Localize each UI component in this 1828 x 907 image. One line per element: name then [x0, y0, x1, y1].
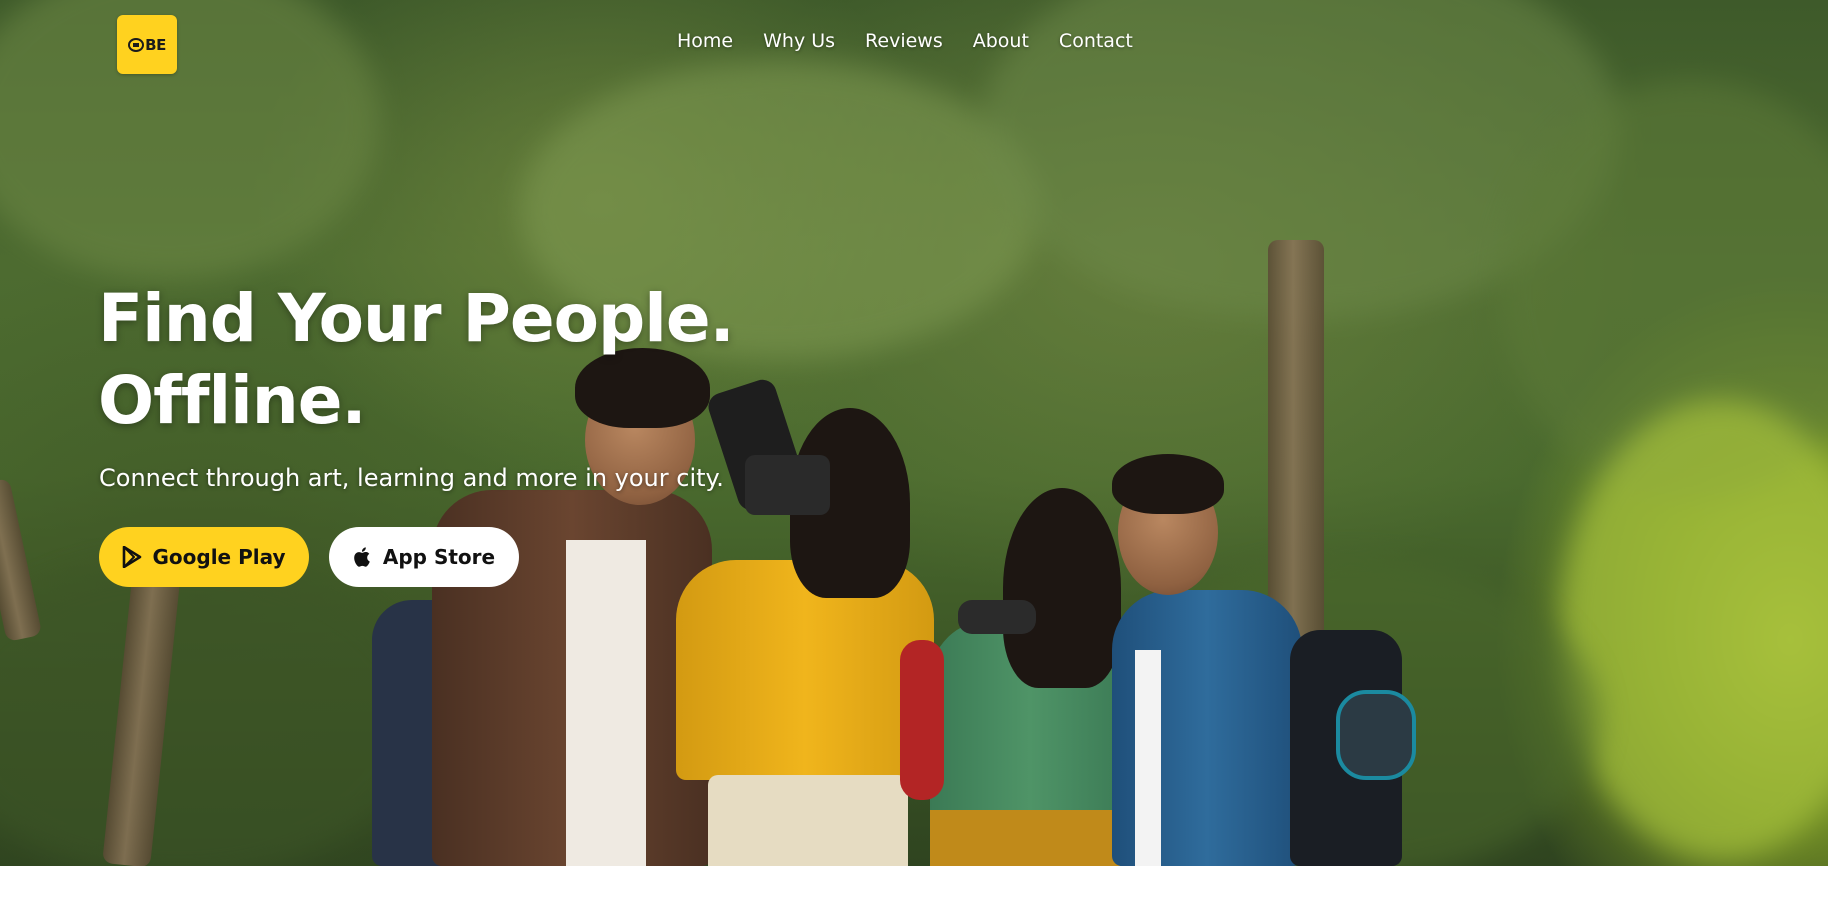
bee-logo-icon: BE	[128, 36, 166, 54]
hero-section: BE Home Why Us Reviews About Contact Fin…	[0, 0, 1828, 866]
nav-home[interactable]: Home	[677, 30, 733, 52]
brand-logo[interactable]: BE	[117, 15, 177, 74]
hero-subheadline: Connect through art, learning and more i…	[99, 464, 724, 492]
app-store-button[interactable]: App Store	[329, 527, 519, 587]
apple-icon	[354, 547, 370, 567]
logo-text: BE	[145, 35, 166, 54]
main-nav: Home Why Us Reviews About Contact	[677, 30, 1133, 52]
nav-why-us[interactable]: Why Us	[763, 30, 835, 52]
page-below-hero	[0, 866, 1828, 907]
app-store-label: App Store	[382, 545, 496, 569]
google-play-button[interactable]: Google Play	[99, 527, 309, 587]
nav-about[interactable]: About	[973, 30, 1029, 52]
google-play-icon	[123, 546, 142, 568]
nav-contact[interactable]: Contact	[1059, 30, 1133, 52]
google-play-label: Google Play	[152, 545, 286, 569]
hero-headline: Find Your People. Offline.	[98, 278, 735, 442]
nav-reviews[interactable]: Reviews	[865, 30, 943, 52]
headline-line-1: Find Your People.	[98, 280, 735, 357]
headline-line-2: Offline.	[98, 362, 367, 439]
